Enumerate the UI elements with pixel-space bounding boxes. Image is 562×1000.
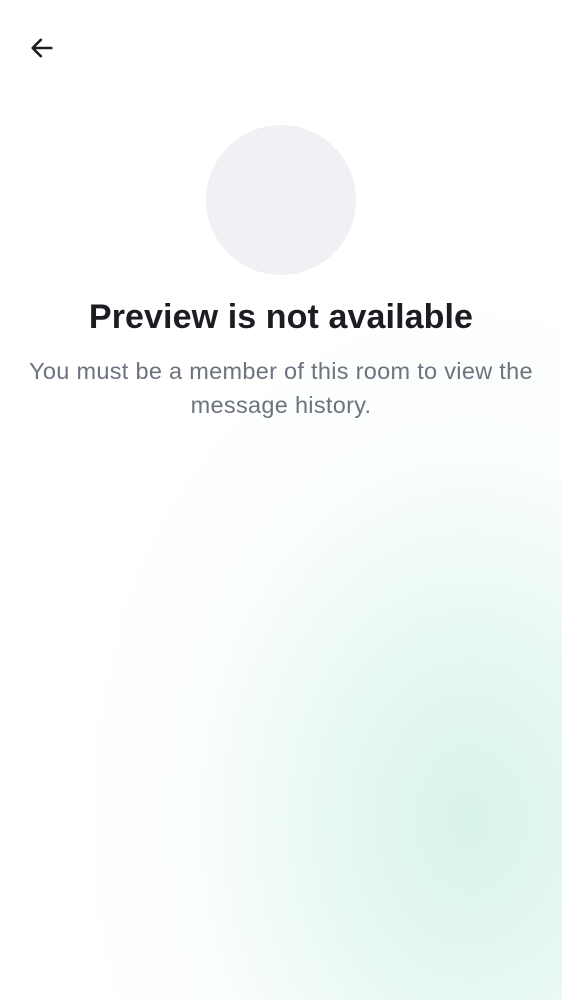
arrow-left-icon <box>28 34 56 67</box>
room-preview-screen: Preview is not available You must be a m… <box>0 0 562 1000</box>
room-avatar-placeholder <box>206 125 356 275</box>
preview-message: You must be a member of this room to vie… <box>29 358 533 418</box>
back-button[interactable] <box>22 30 62 70</box>
preview-title: Preview is not available <box>88 298 474 336</box>
